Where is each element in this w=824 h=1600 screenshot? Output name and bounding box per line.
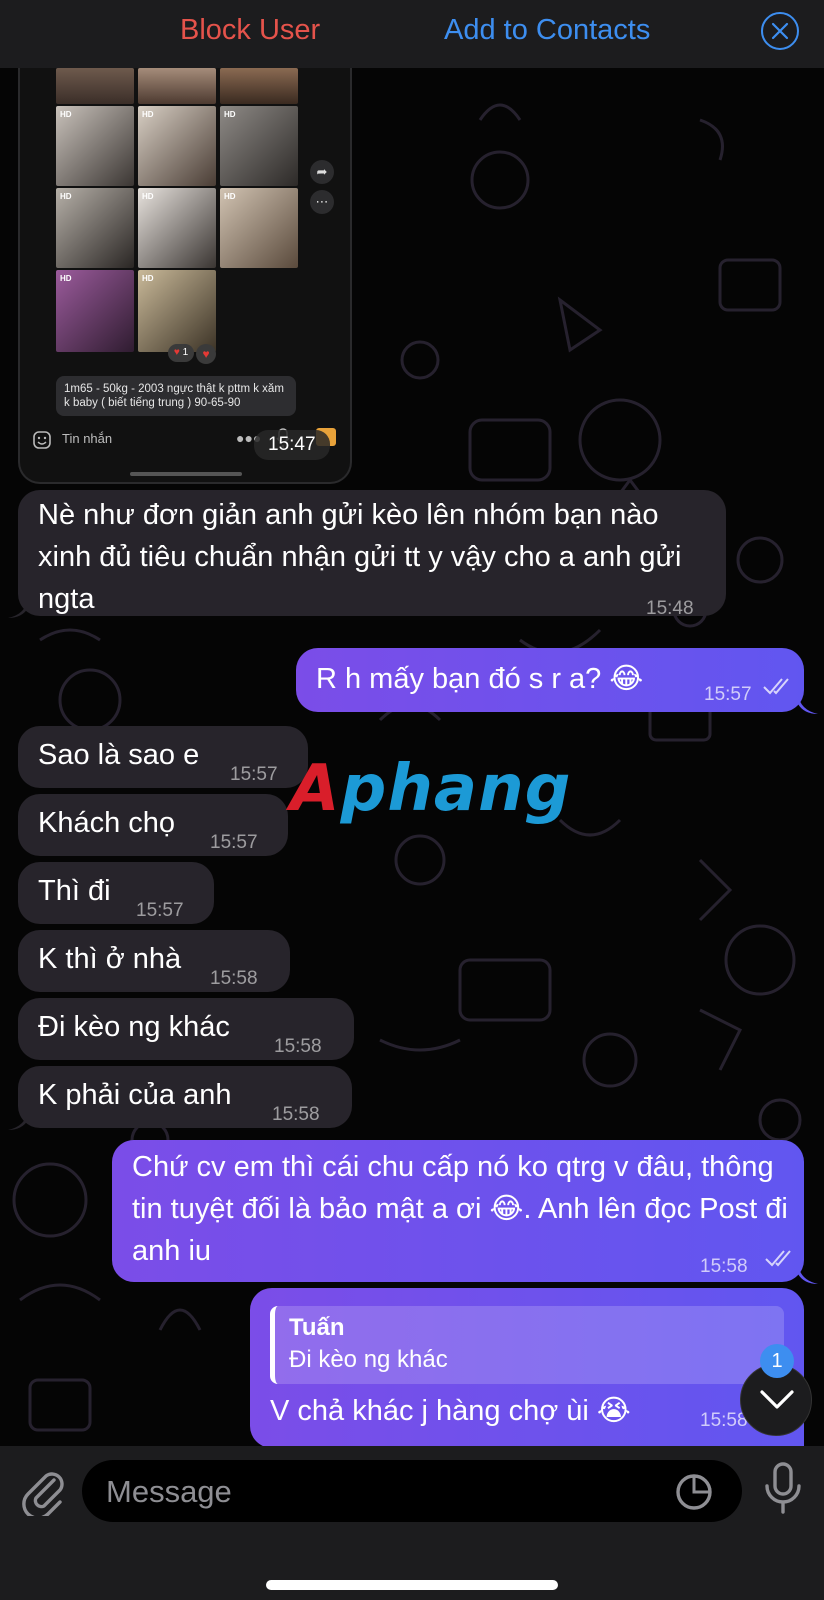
sticker-icon[interactable] [674,1472,714,1512]
message-time: 15:57 [704,684,752,705]
add-to-contacts-button[interactable]: Add to Contacts [444,14,650,47]
incoming-message[interactable]: Đi kèo ng khác 15:58 [18,998,354,1060]
photo-thumbnail: HD [138,270,216,352]
read-checkmarks-icon [763,678,789,695]
message-text: Nè như đơn giản anh gửi kèo lên nhóm bạn… [38,499,682,615]
message-time: 15:58 [274,1036,322,1057]
photo-thumbnail [138,68,216,104]
photo-thumbnail: HD [138,106,216,186]
message-text: R h mấy bạn đó s r a? 😂 [316,663,644,695]
message-input[interactable]: Message [82,1460,742,1522]
message-text: Chứ cv em thì cái chu cấp nó ko qtrg v đ… [132,1151,788,1267]
outgoing-reply-message[interactable]: Tuấn Đi kèo ng khác V chả khác j hàng ch… [250,1288,804,1448]
reply-quoted-text: Đi kèo ng khác [289,1346,448,1373]
message-time: 15:57 [230,764,278,785]
incoming-message[interactable]: K phải của anh 15:58 [18,1066,352,1128]
read-checkmarks-icon [765,1250,791,1267]
incoming-message[interactable]: K thì ở nhà 15:58 [18,930,290,992]
home-indicator [266,1580,558,1590]
incoming-message[interactable]: Thì đi 15:57 [18,862,214,924]
heart-icon: ♥ [196,344,216,364]
message-text: K phải của anh [38,1079,232,1111]
photo-thumbnail: HD [56,106,134,186]
close-icon[interactable] [761,12,799,50]
top-action-bar: Block User Add to Contacts [0,0,824,68]
photo-thumbnail [220,68,298,104]
microphone-icon[interactable] [764,1462,802,1516]
message-text: Sao là sao e [38,739,200,771]
photo-thumbnail [56,68,134,104]
photo-thumbnail: HD [220,106,298,186]
outgoing-message[interactable]: Chứ cv em thì cái chu cấp nó ko qtrg v đ… [112,1140,804,1282]
message-time: 15:47 [254,430,330,460]
reaction-pill: ♥ 1 [168,344,194,362]
share-icon: ➦ [310,160,334,184]
block-user-button[interactable]: Block User [180,14,320,47]
more-icon: ⋯ [310,190,334,214]
embedded-input-placeholder: Tin nhắn [62,431,113,446]
photo-thumbnail: HD [220,188,298,268]
reply-author: Tuấn [289,1314,345,1341]
message-text: K thì ở nhà [38,943,182,975]
embedded-home-indicator [130,472,242,476]
attachment-icon[interactable] [20,1466,66,1516]
message-text: V chả khác j hàng chợ ùi 😭 [270,1395,631,1427]
message-text: Đi kèo ng khác [38,1011,230,1043]
image-message[interactable]: HD HD HD HD HD HD HD HD ♥ 1 ♥ ➦ ⋯ 1m65 -… [18,68,352,484]
message-text: Khách chọ [38,807,176,839]
message-time: 15:57 [136,900,184,921]
message-composer: Message [0,1446,824,1600]
message-text: Thì đi [38,875,111,907]
message-time: 15:58 [210,968,258,989]
unread-count-badge: 1 [760,1344,794,1378]
reply-preview[interactable]: Tuấn Đi kèo ng khác [270,1306,784,1384]
photo-thumbnail: HD [138,188,216,268]
photo-thumbnail: HD [56,188,134,268]
image-caption: 1m65 - 50kg - 2003 ngực thật k pttm k xă… [56,376,296,416]
incoming-message[interactable]: Sao là sao e 15:57 [18,726,308,788]
message-time: 15:48 [646,598,694,619]
incoming-message[interactable]: Khách chọ 15:57 [18,794,288,856]
message-placeholder: Message [106,1474,232,1509]
message-time: 15:58 [700,1256,748,1277]
incoming-message[interactable]: Nè như đơn giản anh gửi kèo lên nhóm bạn… [18,490,726,619]
message-time: 15:58 [272,1104,320,1125]
photo-thumbnail: HD [56,270,134,352]
message-time: 15:57 [210,832,258,853]
chevron-down-icon [760,1390,794,1409]
watermark-logo: Aphang [290,752,572,826]
outgoing-message[interactable]: R h mấy bạn đó s r a? 😂 15:57 [296,648,804,712]
emoji-icon [33,431,51,449]
